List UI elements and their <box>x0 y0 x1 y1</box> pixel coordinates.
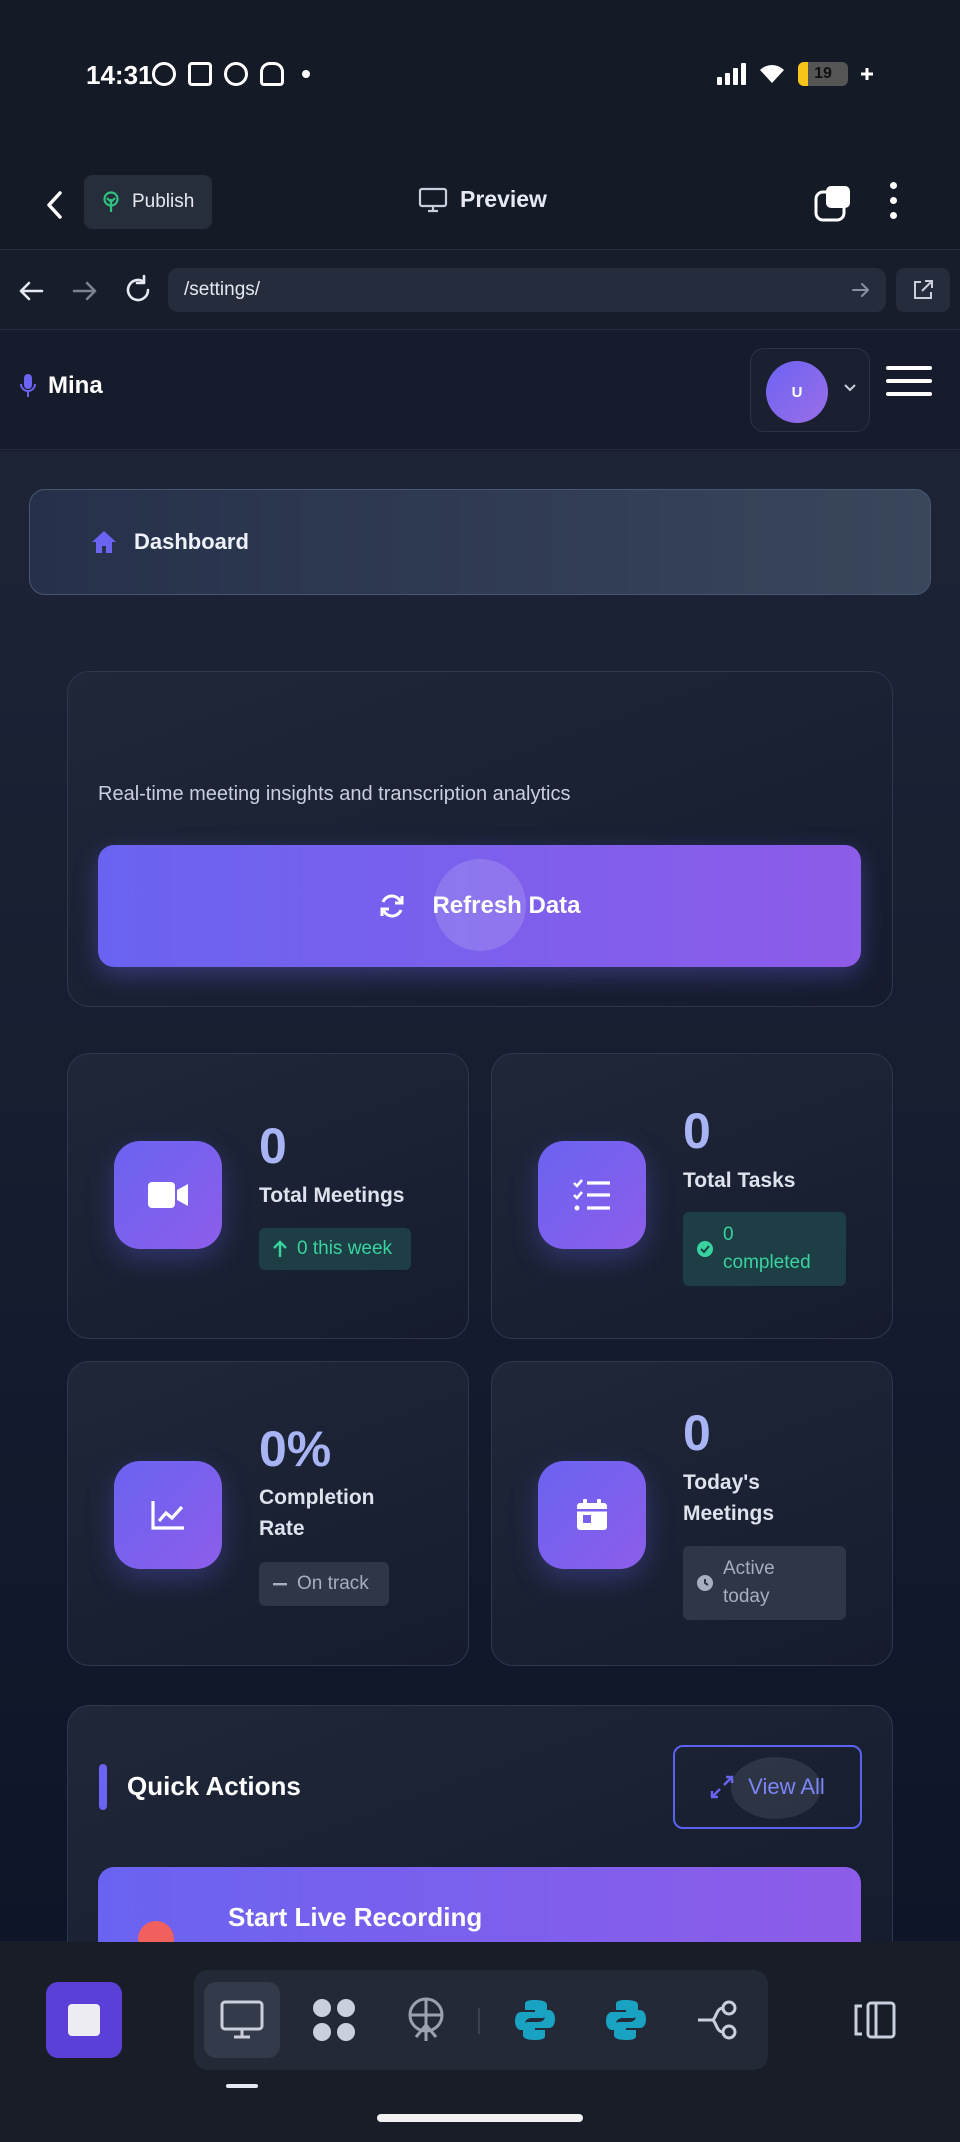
section-accent-bar <box>99 1764 107 1810</box>
back-arrow-icon[interactable] <box>16 276 46 306</box>
view-all-button[interactable]: View All <box>673 1745 862 1829</box>
python-console-button[interactable] <box>497 1982 573 2058</box>
view-all-label: View All <box>748 1774 825 1799</box>
python-icon <box>515 2000 555 2040</box>
whatsapp-icon <box>152 62 176 86</box>
slack-icon <box>188 62 212 86</box>
total-meetings-label: Total Meetings <box>259 1184 405 1207</box>
stop-icon <box>68 2004 100 2036</box>
breadcrumb-label: Dashboard <box>134 529 249 554</box>
url-field[interactable]: /settings/ <box>168 268 886 312</box>
minus-icon <box>273 1583 287 1586</box>
check-circle-icon <box>697 1241 713 1257</box>
signal-icon <box>717 63 746 85</box>
status-time: 14:31 <box>86 60 153 90</box>
integrations-button[interactable] <box>296 1982 372 2058</box>
dock-separator <box>478 2008 480 2034</box>
monitor-icon <box>220 2000 264 2039</box>
reload-icon[interactable] <box>122 274 154 306</box>
monitor-icon <box>418 187 448 212</box>
completion-rate-value: 0% <box>259 1421 332 1477</box>
tasks-completed-text: completed <box>723 1252 811 1273</box>
more-options-icon[interactable] <box>890 182 897 219</box>
todays-meetings-label: Today's Meetings <box>683 1467 774 1529</box>
url-text: /settings/ <box>184 279 261 300</box>
tasks-completed-count: 0 <box>723 1224 734 1245</box>
chevron-down-icon <box>844 384 856 392</box>
battery-level: 19 <box>814 65 832 82</box>
arrow-up-icon <box>273 1240 287 1257</box>
breadcrumb[interactable]: Dashboard <box>29 489 931 595</box>
hamburger-menu-icon[interactable] <box>886 366 932 396</box>
refresh-icon <box>380 894 404 918</box>
refresh-data-button[interactable]: Refresh Data <box>98 845 861 967</box>
on-track-text: On track <box>297 1573 369 1594</box>
home-icon <box>92 531 116 553</box>
ripple-effect <box>434 859 526 951</box>
go-arrow-icon[interactable] <box>850 279 872 301</box>
completion-rate-label-line1: Completion <box>259 1486 375 1509</box>
battery-indicator: 19 <box>798 62 848 86</box>
notification-icons <box>152 62 310 86</box>
active-today-badge: Active today <box>683 1546 846 1620</box>
hero-subtitle: Real-time meeting insights and transcrip… <box>98 783 571 805</box>
sidebar-panel-icon <box>854 2001 896 2039</box>
avatar-initial: U <box>791 383 803 401</box>
line-chart-icon <box>114 1461 222 1569</box>
home-indicator[interactable] <box>377 2114 583 2122</box>
open-external-button[interactable] <box>896 268 950 312</box>
tabs-icon[interactable] <box>812 184 854 224</box>
microphone-icon <box>20 374 36 397</box>
satellite-icon <box>408 1997 444 2041</box>
completion-rate-label-line2: Rate <box>259 1517 305 1540</box>
charging-icon <box>861 68 873 80</box>
clock-icon <box>697 1575 713 1591</box>
forward-arrow-icon[interactable] <box>70 276 100 306</box>
quick-actions-title: Quick Actions <box>127 1771 301 1801</box>
calendar-icon <box>538 1461 646 1569</box>
workflow-button[interactable] <box>680 1982 756 2058</box>
tasks-completed-badge: 0 completed <box>683 1212 846 1286</box>
python-icon <box>606 2000 646 2040</box>
deploy-button[interactable] <box>388 1982 464 2058</box>
active-today-line2: today <box>723 1586 770 1607</box>
active-today-line1: Active <box>723 1558 775 1579</box>
stop-app-button[interactable] <box>46 1982 122 2058</box>
meetings-week-badge: 0 this week <box>259 1228 411 1270</box>
completion-rate-label: Completion Rate <box>259 1482 375 1544</box>
wifi-icon <box>760 65 784 83</box>
todays-meetings-label-line1: Today's <box>683 1471 760 1494</box>
todays-meetings-value: 0 <box>683 1405 711 1461</box>
preview-button[interactable]: Preview <box>418 186 547 213</box>
active-tab-indicator <box>226 2084 258 2088</box>
python-runner-button[interactable] <box>588 1982 664 2058</box>
desktop-view-button[interactable] <box>204 1982 280 2058</box>
snapchat-icon <box>260 62 284 86</box>
brand-logo[interactable]: Mina <box>20 372 103 400</box>
publish-label: Publish <box>132 191 195 212</box>
publish-tree-icon <box>103 191 119 212</box>
user-menu-button[interactable]: U <box>750 348 870 432</box>
more-notifications-dot <box>302 70 310 78</box>
total-tasks-value: 0 <box>683 1103 711 1159</box>
todays-meetings-label-line2: Meetings <box>683 1502 775 1525</box>
total-tasks-label: Total Tasks <box>683 1169 796 1192</box>
avatar: U <box>766 361 828 423</box>
system-indicators: 19 <box>717 62 874 86</box>
external-link-icon <box>914 280 933 299</box>
brand-name: Mina <box>48 372 103 399</box>
back-chevron-icon[interactable] <box>40 185 70 225</box>
preview-label: Preview <box>460 186 547 212</box>
on-track-badge: On track <box>259 1562 389 1606</box>
split-view-button[interactable] <box>838 1982 914 2058</box>
puzzle-grid-icon <box>313 1999 355 2041</box>
total-meetings-value: 0 <box>259 1118 287 1174</box>
start-live-recording-label: Start Live Recording <box>228 1902 483 1932</box>
video-camera-icon <box>114 1141 222 1249</box>
publish-button[interactable]: Publish <box>84 175 212 229</box>
meetings-week-text: 0 this week <box>297 1238 393 1259</box>
task-list-icon <box>538 1141 646 1249</box>
chat-bubble-icon <box>224 62 248 86</box>
node-graph-icon <box>698 2000 737 2040</box>
